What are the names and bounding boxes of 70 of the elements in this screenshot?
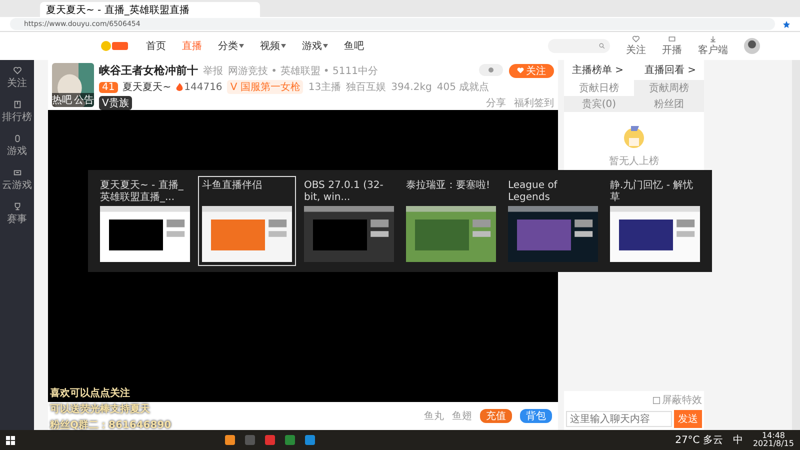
header-action[interactable]: 客户端	[698, 35, 728, 57]
sidebar-item[interactable]: 排行榜	[2, 100, 32, 124]
star-icon[interactable]	[783, 20, 790, 28]
clock-date[interactable]: 2021/8/15	[752, 440, 794, 448]
nav-link[interactable]: 鱼吧	[344, 39, 364, 53]
window-title: 泰拉瑞亚：要塞啦!	[406, 180, 492, 193]
ranking-tab[interactable]: 粉丝团	[634, 96, 704, 112]
search-field[interactable]	[548, 39, 610, 53]
sidebar-item[interactable]: 云游戏	[2, 168, 32, 192]
window-title: 静.九门回忆 - 解忧草	[610, 180, 694, 203]
empty-text: 暂无人上榜	[609, 154, 659, 168]
medal-badge: V 国服第一女枪	[227, 80, 304, 94]
window-title: 夏天夏天~ - 直播_英雄联盟直播_...	[100, 180, 184, 203]
room-title: 峡谷王者女枪冲前十	[99, 63, 198, 78]
window-preview[interactable]: League of Legends	[504, 176, 602, 266]
nav-link[interactable]: 游戏	[302, 39, 328, 53]
level-badge: 41	[99, 82, 118, 92]
browser-tab[interactable]: 夏天夏天~ - 直播_英雄联盟直播	[40, 2, 260, 17]
window-preview[interactable]: 斗鱼直播伴侣	[198, 176, 296, 266]
heart-icon	[517, 67, 524, 74]
window-title: 斗鱼直播伴侣	[202, 180, 263, 193]
nav-link[interactable]: 分类	[218, 39, 244, 53]
noble-badge[interactable]: V贵族	[99, 96, 132, 110]
room-stat: 405 成就点	[436, 80, 490, 94]
avatar-icon[interactable]	[744, 38, 760, 54]
avatar-label[interactable]: 公告	[74, 93, 94, 107]
room-stat: 独百互娱	[346, 80, 386, 94]
weather-text[interactable]: 27°C 多云	[675, 433, 723, 447]
download-icon	[709, 35, 717, 43]
overlay-text: 喜欢可以点点关注	[50, 386, 130, 400]
sidebar-item[interactable]: 关注	[7, 66, 27, 90]
logo-icon[interactable]	[100, 40, 130, 52]
trophy-icon	[12, 202, 22, 211]
toggle-icon[interactable]	[479, 64, 503, 76]
book-icon	[12, 100, 22, 109]
header-action[interactable]: 开播	[662, 35, 682, 57]
heart-icon	[632, 35, 640, 43]
ime-indicator[interactable]: 中	[732, 433, 743, 447]
sidebar-item[interactable]: 赛事	[7, 202, 27, 226]
flame-icon	[176, 83, 184, 91]
nav-link[interactable]: 首页	[146, 39, 166, 53]
anchor-name[interactable]: 夏天夏天~	[122, 80, 172, 94]
room-stat: 394.2kg	[391, 82, 432, 92]
overlay-text: 可以送荧光棒支持夏天	[50, 402, 150, 416]
windows-icon[interactable]	[6, 436, 15, 444]
search-icon	[599, 43, 605, 49]
hot-count: 144716	[184, 82, 222, 92]
ranking-link[interactable]: 主播榜单 >	[572, 63, 624, 77]
nav-link[interactable]: 直播	[182, 39, 202, 53]
nav-link[interactable]: 视频	[260, 39, 286, 53]
window-preview[interactable]: 夏天夏天~ - 直播_英雄联盟直播_...	[96, 176, 194, 266]
heart-icon	[12, 66, 22, 75]
window-preview[interactable]: OBS 27.0.1 (32-bit, win...	[300, 176, 398, 266]
ranking-tab[interactable]: 贵宾(0)	[564, 96, 634, 112]
window-preview[interactable]: 静.九门回忆 - 解忧草	[606, 176, 704, 266]
player-button[interactable]: 背包	[520, 409, 552, 423]
window-title: OBS 27.0.1 (32-bit, win...	[304, 180, 384, 203]
scrollbar[interactable]	[792, 60, 800, 430]
avatar-label[interactable]: 热吧	[52, 93, 72, 107]
ranking-link[interactable]: 直播回看 >	[644, 63, 696, 77]
overlay-text: 粉丝Q群二：861646890	[50, 418, 172, 432]
ranking-tab[interactable]: 贡献周榜	[634, 80, 704, 96]
room-stat: 13主播	[308, 80, 342, 94]
window-title: League of Legends	[508, 180, 558, 203]
chat-input[interactable]: 这里输入聊天内容	[566, 411, 672, 427]
checkbox[interactable]	[653, 396, 660, 404]
sidebar-item[interactable]: 游戏	[7, 134, 27, 158]
clock-time[interactable]: 14:48	[762, 432, 786, 440]
header-action[interactable]: 关注	[626, 35, 646, 57]
window-preview[interactable]: 泰拉瑞亚：要塞啦!	[402, 176, 500, 266]
